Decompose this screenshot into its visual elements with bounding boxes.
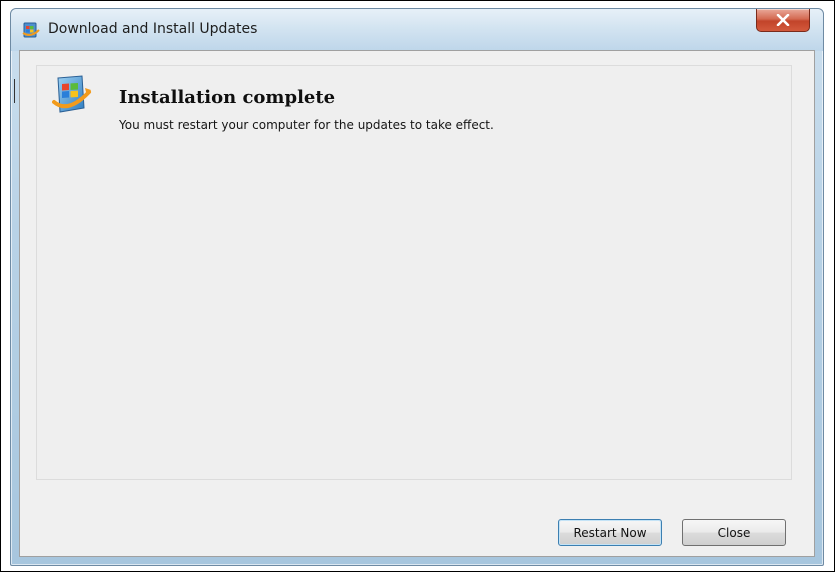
windows-update-icon <box>22 21 40 39</box>
close-button[interactable]: Close <box>682 519 786 546</box>
close-window-button[interactable] <box>756 9 810 32</box>
windows-update-icon <box>52 74 92 116</box>
text-cursor <box>14 79 15 103</box>
close-icon <box>776 11 790 30</box>
title-bar[interactable]: Download and Install Updates <box>11 9 823 51</box>
status-message: You must restart your computer for the u… <box>119 118 494 132</box>
window-title: Download and Install Updates <box>48 21 258 37</box>
restart-now-button[interactable]: Restart Now <box>558 519 662 546</box>
status-heading: Installation complete <box>119 87 336 108</box>
